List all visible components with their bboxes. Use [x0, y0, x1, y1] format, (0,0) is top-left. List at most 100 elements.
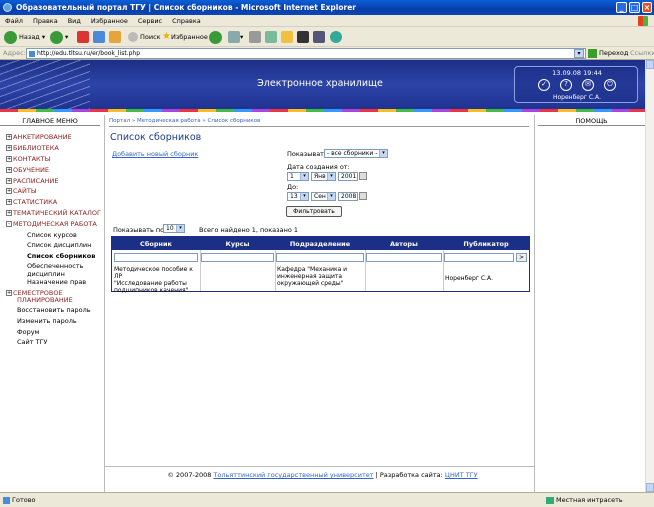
scroll-down-icon[interactable]: [646, 483, 654, 492]
breadcrumb[interactable]: Портал » Методическая работа » Список сб…: [109, 118, 529, 127]
address-input[interactable]: http://edu.tltsu.ru/er/book_list.php: [26, 48, 586, 59]
messenger-button[interactable]: [330, 30, 342, 44]
minimize-button[interactable]: _: [616, 2, 627, 13]
menu-file[interactable]: Файл: [0, 15, 28, 27]
forward-button[interactable]: ▾: [50, 30, 68, 44]
copyright: © 2007-2008: [167, 471, 212, 479]
subnav-provision[interactable]: Обеспеченность: [27, 262, 83, 270]
mail-icon[interactable]: ✉: [582, 79, 594, 91]
window-title: Образовательный портал ТГУ | Список сбор…: [16, 3, 356, 12]
stop-icon: [77, 31, 89, 43]
col-divider: [200, 250, 201, 291]
menu-edit[interactable]: Правка: [28, 15, 63, 27]
developer-link[interactable]: ЦНИТ ТГУ: [445, 471, 478, 479]
per-page-label: Показывать по: [113, 226, 165, 234]
nav-item-catalog[interactable]: + ТЕМАТИЧЕСКИЙ КАТАЛОГ: [6, 209, 101, 217]
help-icon[interactable]: ?: [560, 79, 572, 91]
datetime: 13.09.08 19:44: [552, 69, 602, 77]
nav-item-statistics[interactable]: + СТАТИСТИКА: [6, 198, 57, 206]
university-site-link[interactable]: Сайт ТГУ: [17, 338, 48, 346]
col-authors[interactable]: Авторы: [365, 240, 443, 248]
subnav-collections[interactable]: Список сборников: [27, 252, 95, 260]
table-header: Сборник Курсы Подразделение Авторы Публи…: [112, 237, 529, 250]
change-password-link[interactable]: Изменить пароль: [17, 317, 77, 325]
favorites-button[interactable]: ★Избранное: [162, 30, 208, 44]
filter-authors-input[interactable]: [366, 253, 442, 262]
filter-department-input[interactable]: [276, 253, 364, 262]
maximize-button[interactable]: □: [629, 2, 640, 13]
nav-item-library[interactable]: + БИБЛИОТЕКА: [6, 144, 59, 152]
subnav-provision-2[interactable]: дисциплин: [27, 270, 65, 278]
university-link[interactable]: Тольяттинский государственный университе…: [213, 471, 373, 479]
filter-collection-input[interactable]: [114, 253, 198, 262]
table-cell-collection[interactable]: Методическое пособие к ЛР "Исследование р…: [114, 266, 200, 294]
col-courses[interactable]: Курсы: [200, 240, 275, 248]
chevron-down-icon: ▾: [379, 150, 387, 157]
stop-button[interactable]: [77, 30, 89, 44]
folder-button[interactable]: [281, 30, 293, 44]
subnav-rights[interactable]: Назначение прав: [27, 278, 86, 286]
nav-item-contacts[interactable]: + КОНТАКТЫ: [6, 155, 50, 163]
nav-item-surveys[interactable]: + АНКЕТИРОВАНИЕ: [6, 133, 72, 141]
menu-view[interactable]: Вид: [63, 15, 86, 27]
refresh-button[interactable]: [93, 30, 105, 44]
add-collection-link[interactable]: Добавить новый сборник: [112, 150, 198, 158]
go-button[interactable]: Переход: [588, 47, 628, 60]
back-button[interactable]: Назад ▾: [4, 30, 45, 44]
subnav-disciplines[interactable]: Список дисциплин: [27, 241, 91, 249]
page-title: Список сборников: [110, 132, 202, 143]
found-count: Всего найдено 1, показано 1: [199, 226, 299, 234]
vertical-scrollbar[interactable]: [645, 60, 654, 492]
k-button[interactable]: [297, 30, 309, 44]
show-select[interactable]: - все сборники - ▾: [324, 149, 388, 158]
check-icon[interactable]: ✓: [538, 79, 550, 91]
nav-item-education[interactable]: + ОБУЧЕНИЕ: [6, 166, 49, 174]
col-department[interactable]: Подразделение: [275, 240, 365, 248]
from-year-input[interactable]: 2001: [338, 172, 358, 181]
calendar-icon[interactable]: [359, 172, 367, 180]
restore-password-link[interactable]: Восстановить пароль: [17, 306, 91, 314]
filter-courses-input[interactable]: [201, 253, 274, 262]
nav-item-schedule[interactable]: + РАСПИСАНИЕ: [6, 177, 59, 185]
history-icon: [209, 30, 222, 44]
home-button[interactable]: [109, 30, 121, 44]
col-collection[interactable]: Сборник: [112, 240, 200, 248]
forum-link[interactable]: Форум: [17, 328, 39, 336]
close-button[interactable]: ×: [642, 2, 652, 13]
history-button[interactable]: [209, 30, 224, 44]
toolbar: Назад ▾ ▾ Поиск ★Избранное ▾: [0, 27, 654, 47]
address-url: http://edu.tltsu.ru/er/book_list.php: [37, 50, 141, 57]
to-month-select[interactable]: Сен ▾: [311, 192, 336, 201]
filter-go-button[interactable]: >: [516, 253, 527, 262]
address-dropdown-icon[interactable]: ▾: [574, 49, 584, 58]
col-publisher[interactable]: Публикатор: [443, 240, 529, 248]
to-year-input[interactable]: 2008: [338, 192, 358, 201]
search-button[interactable]: Поиск: [128, 30, 161, 44]
subnav-courses[interactable]: Список курсов: [27, 231, 77, 239]
nav-item-sites[interactable]: + САЙТЫ: [6, 187, 37, 195]
menu-tools[interactable]: Сервис: [133, 15, 167, 27]
tool-button[interactable]: [313, 30, 325, 44]
nav-item-methodical[interactable]: - МЕТОДИЧЕСКАЯ РАБОТА: [6, 220, 97, 228]
menu-favorites[interactable]: Избранное: [86, 15, 133, 27]
print-button[interactable]: [249, 30, 261, 44]
edit-button[interactable]: [265, 30, 277, 44]
to-day-select[interactable]: 13 ▾: [287, 192, 309, 201]
from-day-select[interactable]: 1 ▾: [287, 172, 309, 181]
power-icon[interactable]: ⏻: [604, 79, 616, 91]
per-page-select[interactable]: 10 ▾: [163, 224, 185, 233]
filter-button[interactable]: Фильтровать: [286, 206, 342, 217]
expand-icon: +: [6, 290, 12, 296]
mail-button[interactable]: ▾: [228, 30, 243, 44]
filter-publisher-input[interactable]: [444, 253, 514, 262]
from-month-select[interactable]: Янв ▾: [311, 172, 336, 181]
nav-item-semester-2[interactable]: ПЛАНИРОВАНИЕ: [17, 296, 73, 304]
expand-icon: +: [6, 199, 12, 205]
calendar-icon[interactable]: [359, 192, 367, 200]
menu-help[interactable]: Справка: [167, 15, 206, 27]
windows-logo-icon: [638, 16, 648, 26]
status-text: Готово: [12, 496, 36, 504]
links-button[interactable]: Ссылки: [630, 47, 654, 60]
scroll-up-icon[interactable]: [646, 60, 654, 69]
page-viewport: Электронное хранилище 13.09.08 19:44 ✓ ?…: [0, 60, 645, 492]
